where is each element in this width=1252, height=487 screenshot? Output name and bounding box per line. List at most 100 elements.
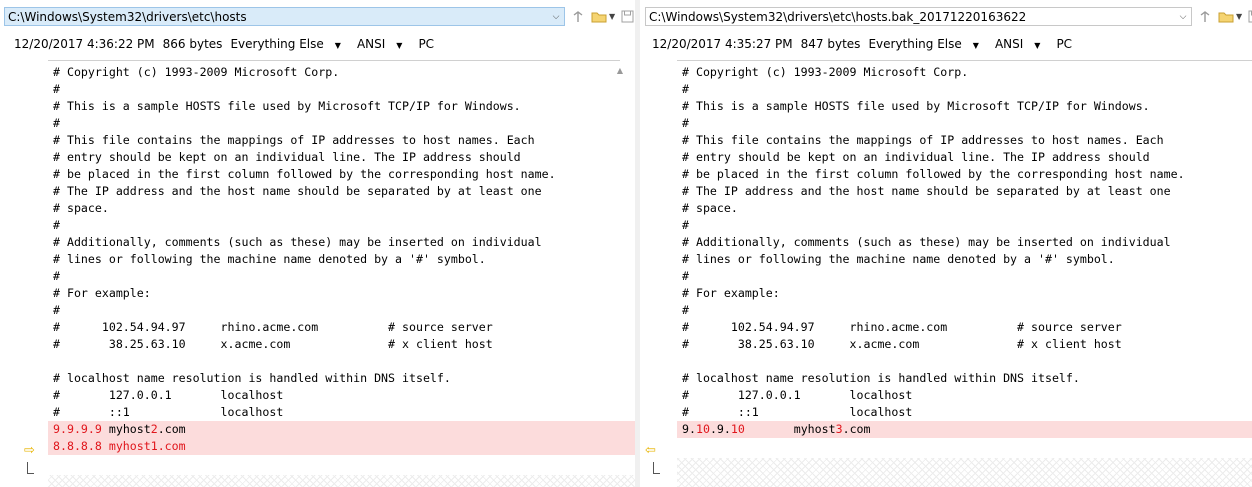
right-code-view[interactable]: # Copyright (c) 1993-2009 Microsoft Corp… bbox=[677, 64, 1252, 438]
code-line: # Additionally, comments (such as these)… bbox=[53, 235, 542, 249]
left-path-text: C:\Windows\System32\drivers\etc\hosts bbox=[8, 9, 247, 24]
code-line: # The IP address and the host name shoul… bbox=[53, 184, 542, 198]
code-line: # bbox=[53, 269, 60, 283]
code-line: # lines or following the machine name de… bbox=[682, 252, 1115, 266]
right-hatch-area bbox=[677, 458, 1252, 487]
save-icon[interactable] bbox=[1248, 10, 1252, 23]
diff-segment: .com bbox=[157, 422, 186, 436]
code-line: # Copyright (c) 1993-2009 Microsoft Corp… bbox=[682, 65, 969, 79]
diff-segment: 3 bbox=[835, 422, 843, 436]
code-line: # ::1 localhost bbox=[682, 405, 913, 419]
diff-bracket bbox=[27, 462, 34, 474]
code-line: # bbox=[682, 218, 689, 232]
right-encoding-dropdown[interactable]: ANSI ▼ bbox=[995, 37, 1049, 51]
open-folder-icon[interactable] bbox=[1218, 10, 1235, 24]
code-line: # be placed in the first column followed… bbox=[53, 167, 556, 181]
code-line: # 38.25.63.10 x.acme.com # x client host bbox=[682, 337, 1122, 351]
code-line: # bbox=[682, 82, 689, 96]
left-size: 866 bytes bbox=[162, 37, 223, 51]
open-folder-icon[interactable] bbox=[591, 10, 608, 24]
left-arrow-icon[interactable]: ⇦ bbox=[645, 443, 656, 458]
diff-segment: 10 bbox=[730, 422, 745, 436]
code-line: # The IP address and the host name shoul… bbox=[682, 184, 1171, 198]
code-line: # This file contains the mappings of IP … bbox=[53, 133, 535, 147]
diff-segment: 10 bbox=[695, 422, 710, 436]
open-dropdown-icon[interactable]: ▼ bbox=[1236, 12, 1242, 21]
code-line: # bbox=[682, 269, 689, 283]
chevron-down-icon[interactable]: ⌵ bbox=[548, 8, 564, 25]
left-encoding-dropdown[interactable]: ANSI ▼ bbox=[357, 37, 411, 51]
right-path-input[interactable]: C:\Windows\System32\drivers\etc\hosts.ba… bbox=[645, 7, 1192, 26]
right-file-info: 12/20/2017 4:35:27 PM 847 bytes Everythi… bbox=[652, 35, 1080, 53]
code-line: # space. bbox=[682, 201, 738, 215]
left-pane: C:\Windows\System32\drivers\etc\hosts ⌵ … bbox=[0, 0, 635, 487]
left-line-ending: PC bbox=[418, 37, 435, 51]
caret-down-icon: ▼ bbox=[396, 41, 403, 50]
diff-segment: .com bbox=[842, 422, 871, 436]
right-gutter bbox=[640, 60, 677, 487]
right-filter-dropdown[interactable]: Everything Else ▼ bbox=[868, 37, 987, 51]
diff-segment: .9. bbox=[709, 422, 731, 436]
right-datetime: 12/20/2017 4:35:27 PM bbox=[652, 37, 793, 51]
code-line: # entry should be kept on an individual … bbox=[682, 150, 1150, 164]
code-line: # entry should be kept on an individual … bbox=[53, 150, 521, 164]
left-editor-top-border bbox=[48, 60, 620, 61]
code-line: # This is a sample HOSTS file used by Mi… bbox=[682, 99, 1150, 113]
left-code-view[interactable]: # Copyright (c) 1993-2009 Microsoft Corp… bbox=[48, 64, 635, 455]
caret-down-icon: ▼ bbox=[1034, 41, 1041, 50]
code-line: # This file contains the mappings of IP … bbox=[682, 133, 1164, 147]
left-gutter bbox=[0, 60, 48, 487]
code-line: # bbox=[682, 116, 689, 130]
right-path-bar: C:\Windows\System32\drivers\etc\hosts.ba… bbox=[645, 6, 1252, 27]
code-line: # Additionally, comments (such as these)… bbox=[682, 235, 1171, 249]
code-line: # bbox=[53, 303, 60, 317]
diff-segment: 9.9.9.9 bbox=[53, 422, 102, 436]
diff-bracket bbox=[653, 462, 660, 474]
left-encoding-label: ANSI bbox=[356, 37, 386, 51]
reload-icon[interactable] bbox=[1198, 10, 1212, 24]
code-line: # 102.54.94.97 rhino.acme.com # source s… bbox=[53, 320, 493, 334]
right-filter-label: Everything Else bbox=[868, 37, 962, 51]
right-arrow-icon[interactable]: ⇨ bbox=[24, 443, 35, 458]
code-line: # lines or following the machine name de… bbox=[53, 252, 486, 266]
code-line: # bbox=[682, 303, 689, 317]
caret-down-icon: ▼ bbox=[972, 41, 979, 50]
code-line: # space. bbox=[53, 201, 109, 215]
left-filter-label: Everything Else bbox=[230, 37, 324, 51]
open-dropdown-icon[interactable]: ▼ bbox=[609, 12, 615, 21]
right-encoding-label: ANSI bbox=[994, 37, 1024, 51]
code-line: # bbox=[53, 82, 60, 96]
code-line: # be placed in the first column followed… bbox=[682, 167, 1185, 181]
code-line: # This is a sample HOSTS file used by Mi… bbox=[53, 99, 521, 113]
code-line: # 127.0.0.1 localhost bbox=[682, 388, 913, 402]
diff-line: 8.8.8.8 myhost1.com bbox=[48, 438, 635, 455]
code-line: # 102.54.94.97 rhino.acme.com # source s… bbox=[682, 320, 1122, 334]
code-line: # ::1 localhost bbox=[53, 405, 284, 419]
code-line: # bbox=[53, 218, 60, 232]
code-line: # localhost name resolution is handled w… bbox=[53, 371, 451, 385]
right-pane: C:\Windows\System32\drivers\etc\hosts.ba… bbox=[640, 0, 1252, 487]
right-path-text: C:\Windows\System32\drivers\etc\hosts.ba… bbox=[649, 9, 1027, 24]
left-filter-dropdown[interactable]: Everything Else ▼ bbox=[230, 37, 349, 51]
code-line: # localhost name resolution is handled w… bbox=[682, 371, 1080, 385]
left-file-info: 12/20/2017 4:36:22 PM 866 bytes Everythi… bbox=[14, 35, 442, 53]
code-line: # 127.0.0.1 localhost bbox=[53, 388, 284, 402]
right-editor-top-border bbox=[677, 60, 1252, 61]
caret-down-icon: ▼ bbox=[334, 41, 341, 50]
left-path-bar: C:\Windows\System32\drivers\etc\hosts ⌵ … bbox=[4, 6, 634, 27]
code-line: # 38.25.63.10 x.acme.com # x client host bbox=[53, 337, 493, 351]
left-path-input[interactable]: C:\Windows\System32\drivers\etc\hosts ⌵ bbox=[4, 7, 565, 26]
code-line: # Copyright (c) 1993-2009 Microsoft Corp… bbox=[53, 65, 340, 79]
left-datetime: 12/20/2017 4:36:22 PM bbox=[14, 37, 155, 51]
code-line: # bbox=[53, 116, 60, 130]
diff-segment: 2 bbox=[150, 422, 158, 436]
reload-icon[interactable] bbox=[571, 10, 585, 24]
save-icon[interactable] bbox=[621, 10, 634, 23]
diff-line: 9.10.9.10 myhost3.com bbox=[677, 421, 1252, 438]
chevron-down-icon[interactable]: ⌵ bbox=[1175, 8, 1191, 25]
right-size: 847 bytes bbox=[800, 37, 861, 51]
diff-segment: myhost bbox=[101, 422, 151, 436]
diff-line: 9.9.9.9 myhost2.com bbox=[48, 421, 635, 438]
